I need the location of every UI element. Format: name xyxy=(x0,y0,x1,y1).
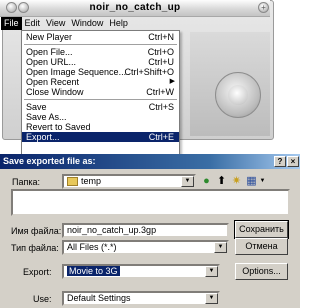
menu-separator xyxy=(24,99,177,100)
menu-window[interactable]: Window xyxy=(68,17,106,30)
filename-input[interactable]: noir_no_catch_up.3gp xyxy=(62,223,229,238)
menu-item-open-image-sequence[interactable]: Open Image Sequence... Ctrl+Shift+O xyxy=(22,67,179,77)
up-folder-icon[interactable]: ⬆ xyxy=(215,175,228,188)
menu-item-open-url[interactable]: Open URL... Ctrl+U xyxy=(22,57,179,67)
dialog-title-bar: Save exported file as: xyxy=(0,154,300,169)
menu-edit[interactable]: Edit xyxy=(22,17,44,30)
cancel-button[interactable]: Отмена xyxy=(235,238,288,255)
dialog-title: Save exported file as: xyxy=(3,156,96,166)
menu-item-new-player[interactable]: New Player Ctrl+N xyxy=(22,32,179,42)
player-title: noir_no_catch_up xyxy=(0,0,270,17)
menu-file[interactable]: File xyxy=(1,17,22,30)
menu-item-close-window[interactable]: Close Window Ctrl+W xyxy=(22,87,179,97)
folder-icon xyxy=(67,177,78,187)
menu-help[interactable]: Help xyxy=(106,17,131,30)
menubar: File Edit View Window Help xyxy=(1,17,201,30)
export-label: Export: xyxy=(23,267,52,277)
volume-knob-center[interactable] xyxy=(228,85,248,105)
file-list[interactable] xyxy=(11,189,290,216)
submenu-arrow-icon: ▶ xyxy=(169,78,175,85)
menu-item-save-as[interactable]: Save As... xyxy=(22,112,179,122)
back-icon[interactable]: ● xyxy=(200,175,213,188)
folder-select[interactable]: temp ▼ xyxy=(62,174,196,189)
chevron-down-icon[interactable]: ▼ xyxy=(214,242,227,253)
filetype-label: Тип файла: xyxy=(11,243,59,253)
menu-separator xyxy=(24,44,177,45)
zoom-icon[interactable]: + xyxy=(258,2,269,13)
chevron-down-icon[interactable]: ▼ xyxy=(205,266,218,277)
filename-label: Имя файла: xyxy=(11,226,62,236)
chevron-down-icon[interactable]: ▼ xyxy=(181,176,194,187)
menu-item-revert[interactable]: Revert to Saved xyxy=(22,122,179,132)
menu-item-open-file[interactable]: Open File... Ctrl+O xyxy=(22,47,179,57)
menu-item-open-recent[interactable]: Open Recent ▶ xyxy=(22,77,179,87)
player-control-icon[interactable] xyxy=(18,2,29,13)
chevron-down-icon[interactable]: ▼ xyxy=(256,175,269,188)
use-label: Use: xyxy=(33,294,52,304)
menu-item-save[interactable]: Save Ctrl+S xyxy=(22,102,179,112)
player-control-icon[interactable] xyxy=(6,2,17,13)
export-select[interactable]: Movie to 3G ▼ xyxy=(62,264,220,279)
new-folder-icon[interactable]: ✷ xyxy=(230,175,243,188)
use-select[interactable]: Default Settings ▼ xyxy=(62,291,220,306)
file-menu: New Player Ctrl+N Open File... Ctrl+O Open… xyxy=(21,30,180,159)
save-button[interactable]: Сохранить xyxy=(234,220,289,239)
help-button[interactable]: ? xyxy=(274,156,286,167)
menu-item-export[interactable]: Export... Ctrl+E xyxy=(22,132,179,142)
menu-view[interactable]: View xyxy=(43,17,68,30)
filetype-select[interactable]: All Files (*.*) ▼ xyxy=(62,240,229,255)
folder-label: Папка: xyxy=(12,177,40,187)
chevron-down-icon[interactable]: ▼ xyxy=(205,293,218,304)
close-button[interactable]: × xyxy=(287,156,299,167)
options-button[interactable]: Options... xyxy=(235,263,288,280)
